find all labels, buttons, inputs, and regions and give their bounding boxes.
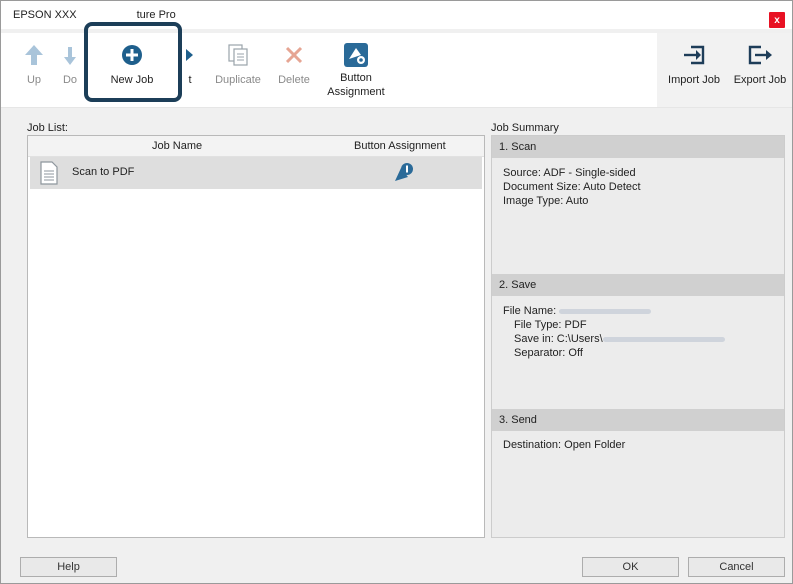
button-assignment-icon [343,43,369,67]
scan-section-header: 1. Scan [492,136,784,158]
help-button[interactable]: Help [20,557,117,577]
column-header-button-assignment[interactable]: Button Assignment [354,140,446,152]
job-name-cell: Scan to PDF [72,166,135,178]
duplicate-label: Duplicate [215,74,261,86]
cancel-button[interactable]: Cancel [688,557,785,577]
up-button[interactable]: Up [17,33,51,107]
scan-source: Source: ADF - Single-sided [503,167,636,179]
column-header-job-name[interactable]: Job Name [152,140,202,152]
scan-document-size: Document Size: Auto Detect [503,181,641,193]
job-list-header: Job Name Button Assignment [28,136,484,157]
save-file-name: File Name: [503,304,652,318]
toolbar: Up Do New Job t Duplicate Delete Button … [1,33,792,108]
job-summary-panel: 1. Scan Source: ADF - Single-sided Docum… [491,135,785,538]
down-arrow-icon [63,43,77,67]
down-button[interactable]: Do [57,33,83,107]
import-job-button[interactable]: Import Job [663,33,725,107]
scan-section-title: 1. Scan [499,141,537,153]
edit-button[interactable]: t [183,33,197,107]
save-section-title: 2. Save [499,279,537,291]
main-window: EPSON XXX ture Pro x Up Do New Job t Dup… [0,0,793,584]
job-list-label: Job List: [27,122,68,134]
close-icon: x [774,14,780,26]
delete-label: Delete [278,74,310,86]
ok-button[interactable]: OK [582,557,679,577]
delete-button[interactable]: Delete [273,33,315,107]
edit-label: t [188,74,192,86]
send-section-header: 3. Send [492,409,784,431]
save-location: Save in: C:\Users\ [514,332,725,346]
button-assignment-label-line1: Button [340,72,372,84]
import-export-group: Import Job Export Job [657,33,792,107]
export-icon [747,43,773,67]
up-label: Up [26,74,42,86]
edit-arrow-icon [185,43,195,67]
button-assignment-button[interactable]: Button Assignment [323,33,389,107]
import-icon [682,43,706,67]
save-section-header: 2. Save [492,274,784,296]
duplicate-icon [226,43,250,67]
duplicate-button[interactable]: Duplicate [208,33,268,107]
new-job-label: New Job [110,74,154,86]
delete-x-icon [284,43,304,67]
export-job-button[interactable]: Export Job [729,33,791,107]
down-label: Do [62,74,78,86]
import-job-label: Import Job [668,74,720,86]
window-title: EPSON XXX ture Pro [13,9,176,21]
new-job-button[interactable]: New Job [99,33,165,107]
send-destination: Destination: Open Folder [503,439,626,451]
scan-image-type: Image Type: Auto [503,195,589,207]
send-section-title: 3. Send [499,414,537,426]
plus-circle-icon [120,43,144,67]
save-file-type: File Type: PDF [514,319,587,331]
document-icon [39,161,59,188]
job-summary-label: Job Summary [491,122,559,134]
title-bar: EPSON XXX ture Pro x [1,1,792,29]
up-arrow-icon [24,43,44,67]
redacted-save-path [602,336,725,342]
close-button[interactable]: x [769,12,785,28]
job-list-panel: Job Name Button Assignment Scan to PDF [27,135,485,538]
button-assignment-label-line2: Assignment [327,86,385,98]
export-job-label: Export Job [733,74,787,86]
button-assignment-badge-icon [392,162,414,187]
save-separator: Separator: Off [514,347,583,359]
redacted-file-name [559,308,652,314]
table-row[interactable]: Scan to PDF [30,157,482,189]
